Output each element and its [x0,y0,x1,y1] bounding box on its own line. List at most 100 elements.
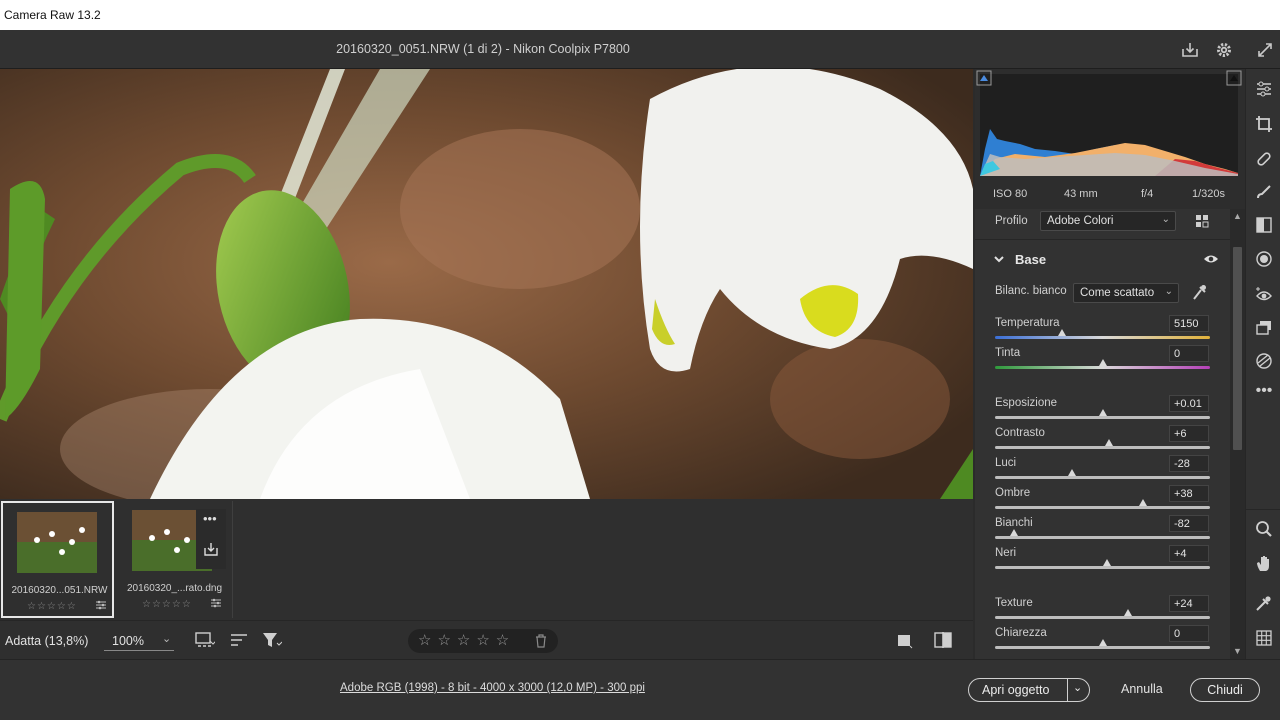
slider-track[interactable] [995,616,1210,619]
chevron-down-icon: ⌄ [1161,214,1170,225]
zoom-fit[interactable]: Adatta (13,8%) [5,634,88,648]
base-section-title[interactable]: Base [1015,252,1046,267]
profile-select[interactable]: Adobe Colori ⌄ [1040,211,1176,231]
divider [232,501,233,618]
filter-icon[interactable] [262,631,283,649]
more-icon[interactable]: ••• [203,511,217,526]
histogram: ISO 80 43 mm f/4 1/320s [975,69,1245,209]
chevron-down-icon[interactable] [993,253,1005,265]
slider-thumb[interactable] [1068,469,1077,476]
cancel-button[interactable]: Annulla [1121,682,1163,696]
filmstrip-item-rating[interactable]: ☆☆☆☆☆ [27,601,77,612]
slider-value-field[interactable]: +4 [1169,545,1209,562]
slider-track[interactable] [995,446,1210,449]
scrollbar-thumb[interactable] [1233,247,1242,450]
filmstrip-options-icon[interactable] [195,631,217,649]
workflow-options-link[interactable]: Adobe RGB (1998) - 8 bit - 4000 x 3000 (… [340,682,645,694]
red-eye-icon[interactable] [1254,284,1274,304]
wb-value: Come scattato [1080,287,1155,299]
eye-icon[interactable] [1203,253,1219,265]
zoom-select[interactable]: 100% ⌄ [104,627,174,651]
slider-thumb[interactable] [1139,499,1148,506]
rating-stars[interactable]: ☆☆☆☆☆ [418,631,515,649]
profile-value: Adobe Colori [1047,215,1114,227]
zoom-icon[interactable] [1254,519,1274,539]
adjustments-icon [210,597,222,609]
slider-value-field[interactable]: 0 [1169,625,1209,642]
slider-track[interactable] [995,646,1210,649]
slider-label: Esposizione [995,397,1058,409]
slider-track[interactable] [995,416,1210,419]
slider-value-field[interactable]: +6 [1169,425,1209,442]
profile-browser-icon[interactable] [1195,214,1209,228]
eyedropper-icon[interactable] [1191,283,1207,301]
presets-icon[interactable] [1254,351,1274,371]
single-view-icon[interactable] [896,631,914,649]
slider-value-field[interactable]: 0 [1169,345,1209,362]
slider-thumb[interactable] [1098,409,1107,416]
slider-value-field[interactable]: 5150 [1169,315,1209,332]
bottom-toolbar: Adatta (13,8%) 100% ⌄ ☆☆☆☆☆ [0,620,973,659]
sort-icon[interactable] [230,632,248,648]
radial-filter-icon[interactable] [1254,249,1274,269]
scroll-down-icon[interactable]: ▼ [1233,646,1242,656]
wb-select[interactable]: Come scattato ⌄ [1073,283,1179,303]
thumbnail [17,512,97,573]
fullscreen-icon[interactable] [1255,40,1275,60]
slider-value-field[interactable]: +24 [1169,595,1209,612]
save-image-icon[interactable] [203,541,219,557]
window-titlebar: Camera Raw 13.2 [0,0,1280,30]
thumbnail-actions: ••• [196,509,226,569]
slider-thumb[interactable] [1124,609,1133,616]
slider-value-field[interactable]: -28 [1169,455,1209,472]
slider-value-field[interactable]: +38 [1169,485,1209,502]
wb-label: Bilanc. bianco [995,285,1067,297]
crop-icon[interactable] [1254,114,1274,134]
exif-shutter: 1/320s [1192,188,1226,200]
slider-thumb[interactable] [1057,329,1066,336]
slider-label: Bianchi [995,517,1033,529]
slider-value-field[interactable]: +0.01 [1169,395,1209,412]
filmstrip-item-name: 20160320_...rato.dng [126,583,223,594]
profile-row: Profilo Adobe Colori ⌄ [975,209,1230,239]
color-sampler-icon[interactable] [1254,593,1274,613]
slider-thumb[interactable] [1102,559,1111,566]
slider-label: Temperatura [995,317,1060,329]
gradient-icon[interactable] [1254,215,1274,235]
photo-preview[interactable] [0,69,973,499]
filmstrip-item[interactable]: ••• 20160320_...rato.dng ☆☆☆☆☆ [118,501,231,618]
more-icon[interactable]: ••• [1254,382,1274,402]
gear-icon[interactable] [1214,40,1234,60]
before-after-icon[interactable] [933,631,953,649]
healing-icon[interactable] [1254,149,1274,169]
slider-value-field[interactable]: -82 [1169,515,1209,532]
document-bar: 20160320_0051.NRW (1 di 2) - Nikon Coolp… [0,30,1280,69]
slider-track[interactable] [995,366,1210,369]
slider-track[interactable] [995,336,1210,339]
filmstrip-item[interactable]: 20160320...051.NRW ☆☆☆☆☆ [1,501,114,618]
edit-sliders-icon[interactable] [1254,79,1274,99]
slider-thumb[interactable] [1098,639,1107,646]
filmstrip-item-rating[interactable]: ☆☆☆☆☆ [142,599,192,610]
grid-overlay-icon[interactable] [1254,628,1274,648]
save-image-icon[interactable] [1180,40,1200,60]
slider-label: Ombre [995,487,1031,499]
slider-track[interactable] [995,536,1210,539]
rating-control[interactable]: ☆☆☆☆☆ [408,629,558,653]
slider-track[interactable] [995,566,1210,569]
brush-icon[interactable] [1254,182,1274,202]
panel-scrollbar[interactable]: ▲ ▼ [1230,209,1245,659]
slider-thumb[interactable] [1010,529,1019,536]
slider-thumb[interactable] [1104,439,1113,446]
trash-icon[interactable] [535,634,547,648]
slider-thumb[interactable] [1098,359,1107,366]
snapshots-icon[interactable] [1254,318,1274,338]
chevron-down-icon[interactable]: ⌄ [1073,681,1082,694]
hand-icon[interactable] [1254,553,1274,573]
slider-label: Contrasto [995,427,1045,439]
slider-track[interactable] [995,506,1210,509]
close-button[interactable]: Chiudi [1190,678,1260,702]
scroll-up-icon[interactable]: ▲ [1233,211,1242,221]
slider-track[interactable] [995,476,1210,479]
open-object-button[interactable]: Apri oggetto ⌄ [968,678,1090,702]
